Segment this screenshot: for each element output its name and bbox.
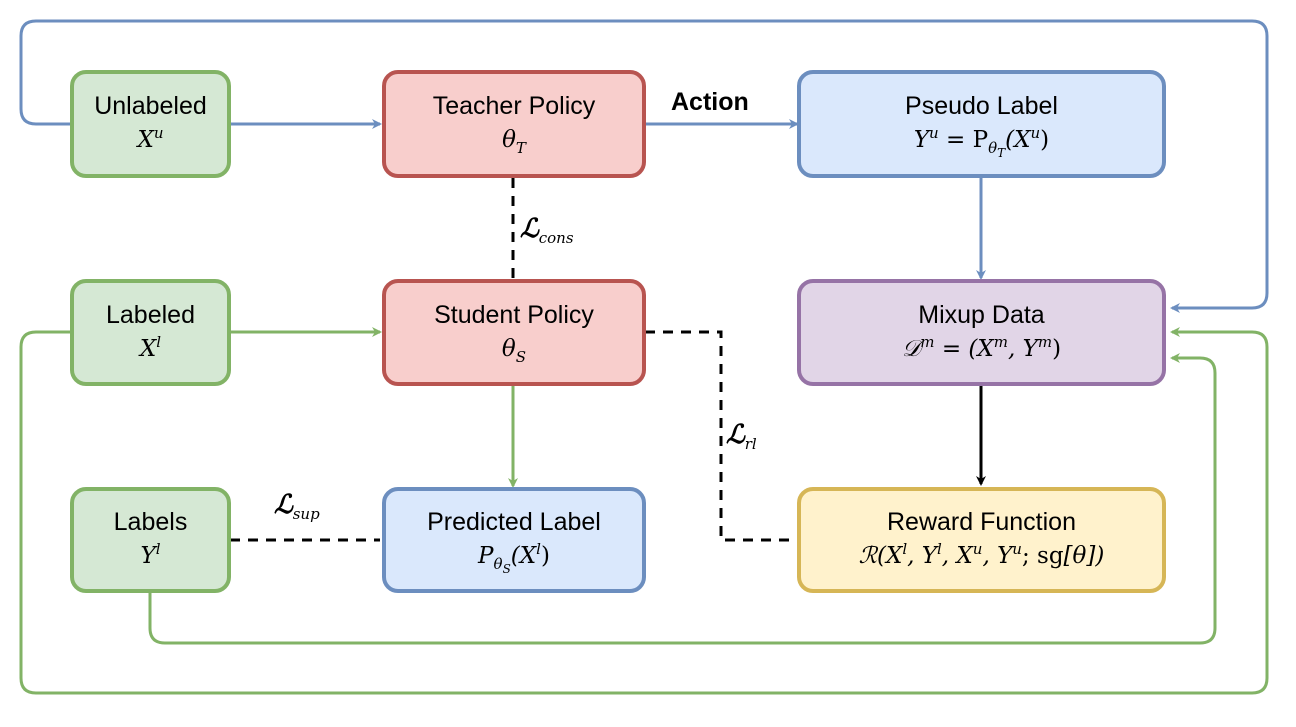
- node-math: Xu: [137, 124, 164, 154]
- node-labeled[interactable]: Labeled Xl: [70, 279, 231, 386]
- edge-label-loss-rl: ℒrl: [726, 420, 757, 453]
- node-title: Unlabeled: [94, 92, 207, 120]
- node-math: Yu = PθT(Xu): [913, 124, 1050, 160]
- node-math: Xl: [139, 332, 162, 362]
- node-title: Teacher Policy: [432, 92, 596, 120]
- node-mixup-data[interactable]: Mixup Data 𝒟m = (Xm, Ym): [797, 279, 1166, 386]
- node-reward-function[interactable]: Reward Function ℛ(Xl, Yl, Xu, Yu; sg[θ]): [797, 487, 1166, 593]
- node-predicted-label[interactable]: Predicted Label PθS(Xl): [382, 487, 646, 593]
- node-title: Reward Function: [887, 508, 1076, 536]
- node-pseudo-label[interactable]: Pseudo Label Yu = PθT(Xu): [797, 70, 1166, 178]
- node-title: Labeled: [106, 300, 195, 329]
- node-title: Student Policy: [434, 300, 594, 329]
- node-math: ℛ(Xl, Yl, Xu, Yu; sg[θ]): [858, 540, 1105, 570]
- node-teacher-policy[interactable]: Teacher Policy θT: [382, 70, 646, 178]
- node-math: PθS(Xl): [478, 540, 550, 576]
- edge-label-loss-cons: ℒcons: [520, 214, 574, 247]
- node-math: θT: [502, 127, 526, 157]
- node-math: Yl: [140, 540, 161, 570]
- node-title: Labels: [113, 508, 188, 536]
- node-student-policy[interactable]: Student Policy θS: [382, 279, 646, 386]
- edge-label-action: Action: [671, 88, 749, 116]
- node-title: Mixup Data: [918, 300, 1045, 329]
- edge-label-loss-sup: ℒsup: [274, 490, 320, 523]
- node-labels[interactable]: Labels Yl: [70, 487, 231, 593]
- node-math: 𝒟m = (Xm, Ym): [901, 332, 1062, 362]
- edge-loss-rl: [645, 330, 797, 542]
- node-title: Pseudo Label: [905, 92, 1058, 120]
- node-title: Predicted Label: [427, 508, 601, 536]
- node-math: θS: [501, 335, 527, 366]
- node-unlabeled[interactable]: Unlabeled Xu: [70, 70, 231, 178]
